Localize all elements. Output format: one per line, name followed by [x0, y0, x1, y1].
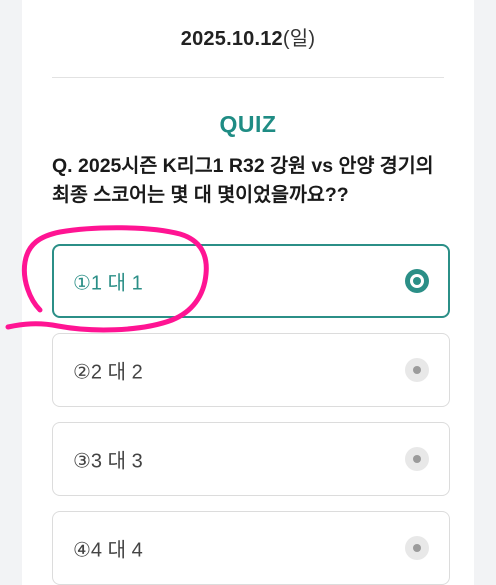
option-label: ②2 대 2: [73, 361, 143, 384]
option-label: ③3 대 3: [73, 450, 143, 473]
date-text: 2025.10.12: [180, 28, 283, 50]
quiz-card: 2025.10.12(일) QUIZ Q. 2025시즌 K리그1 R32 강원…: [22, 0, 474, 585]
option-3[interactable]: ③3 대 3: [52, 422, 450, 496]
question-text: Q. 2025시즌 K리그1 R32 강원 vs 안양 경기의 최종 스코어는 …: [52, 155, 434, 206]
option-1[interactable]: ①1 대 1: [52, 244, 450, 318]
radio-unselected-icon[interactable]: [405, 536, 429, 560]
radio-unselected-icon[interactable]: [405, 358, 429, 382]
divider: [52, 77, 444, 78]
radio-selected-icon[interactable]: [405, 269, 429, 293]
option-4[interactable]: ④4 대 4: [52, 511, 450, 585]
date-header: 2025.10.12(일): [22, 22, 474, 51]
quiz-label: QUIZ: [219, 111, 277, 137]
option-label: ①1 대 1: [73, 272, 143, 295]
option-2[interactable]: ②2 대 2: [52, 333, 450, 407]
option-label: ④4 대 4: [73, 539, 143, 562]
radio-unselected-icon[interactable]: [405, 447, 429, 471]
day-of-week: (일): [282, 28, 316, 50]
quiz-page: 2025.10.12(일) QUIZ Q. 2025시즌 K리그1 R32 강원…: [0, 0, 496, 585]
